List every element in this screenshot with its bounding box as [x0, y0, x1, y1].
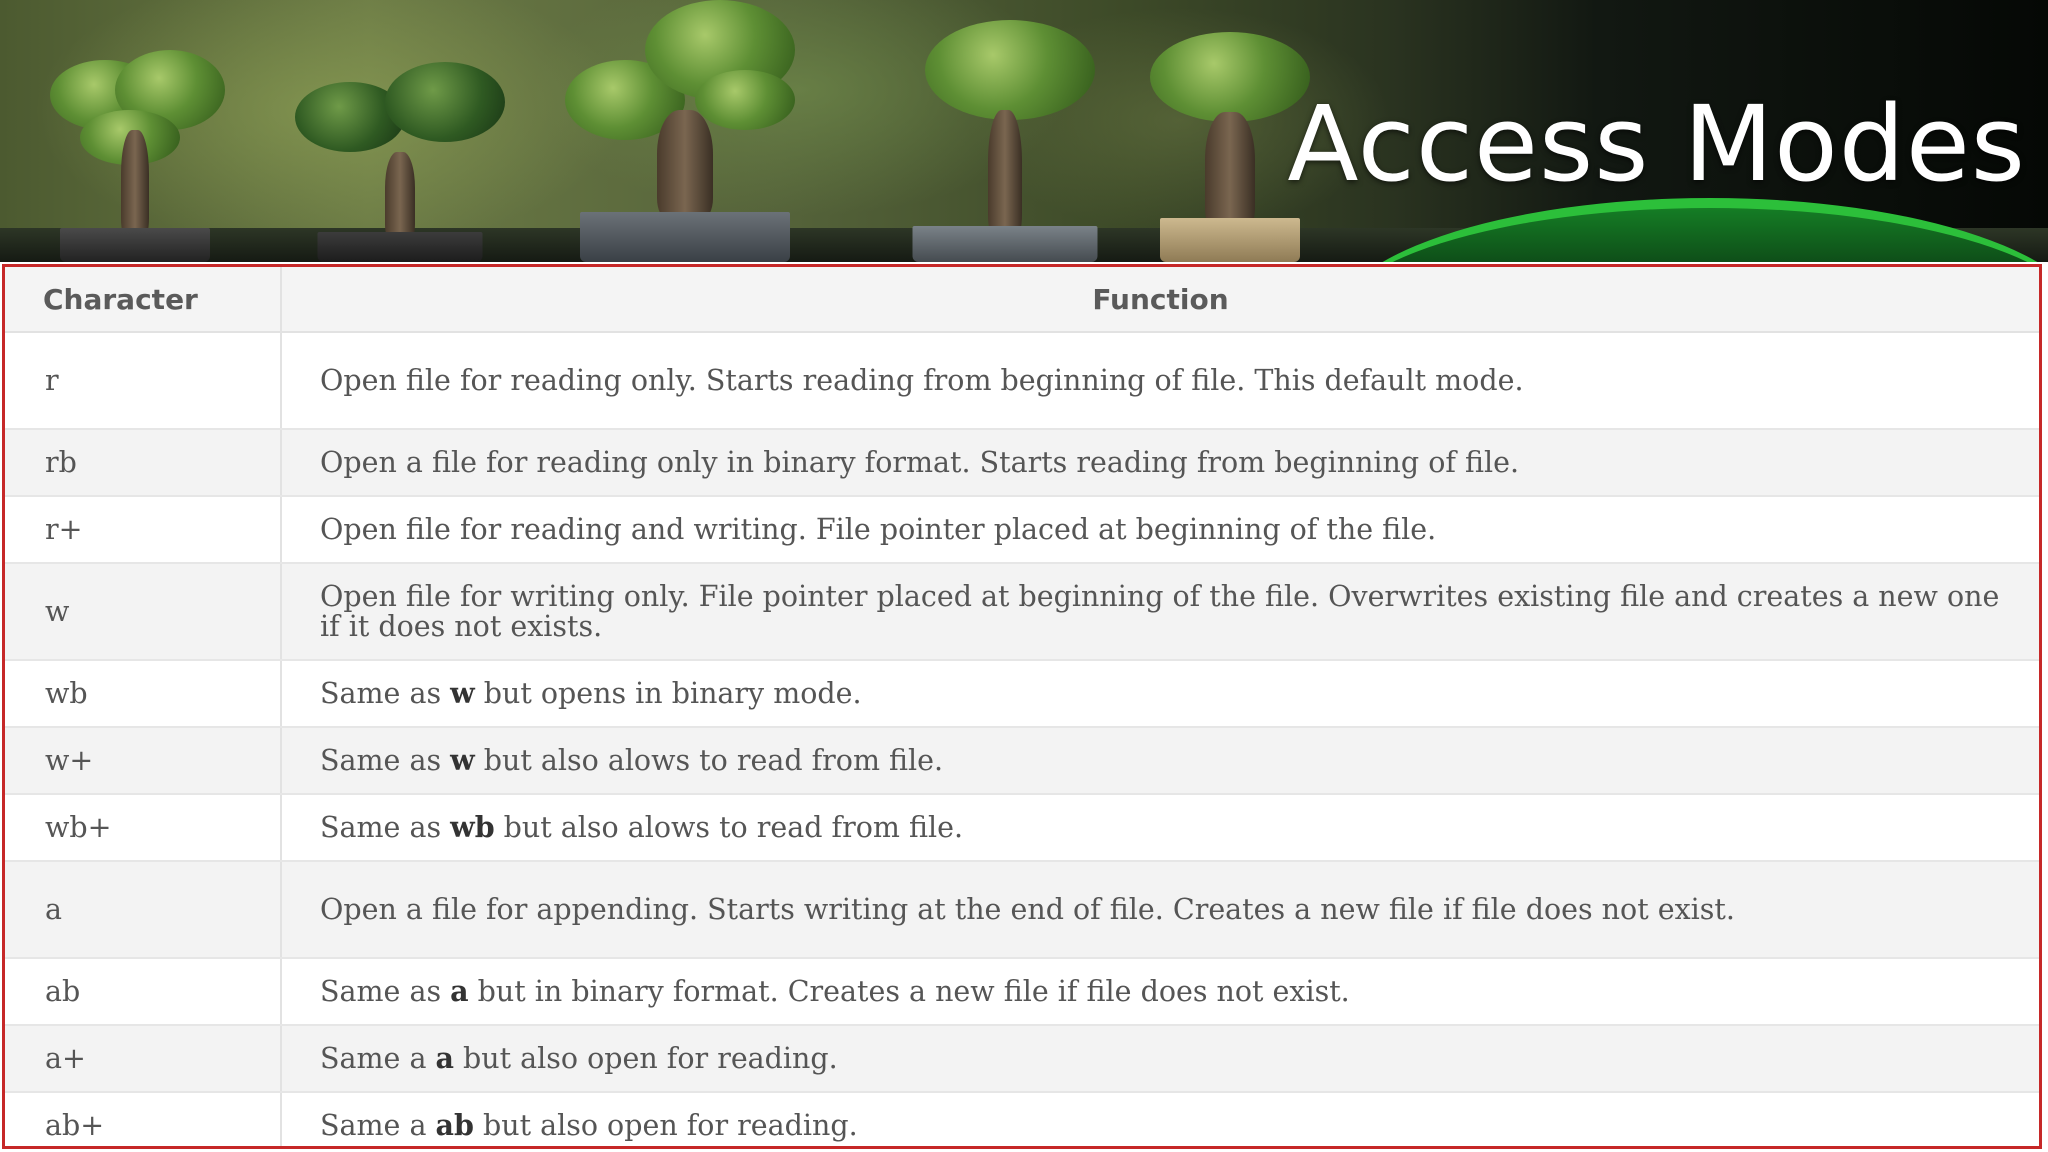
table-header-row: Character Function: [5, 267, 2039, 333]
table-row: wb Same as w but opens in binary mode.: [5, 660, 2039, 728]
mode-character: r: [5, 332, 282, 430]
mode-function: Open file for reading only. Starts readi…: [281, 332, 2039, 430]
table-row: a Open a file for appending. Starts writ…: [5, 861, 2039, 959]
table-row: r+ Open file for reading and writing. Fi…: [5, 496, 2039, 564]
mode-function: Same a ab but also open for reading.: [281, 1092, 2039, 1146]
table-row: w+ Same as w but also alows to read from…: [5, 727, 2039, 795]
mode-function: Same a a but also open for reading.: [281, 1025, 2039, 1093]
mode-character: wb: [5, 660, 282, 728]
mode-function: Open file for reading and writing. File …: [281, 496, 2039, 564]
mode-character: ab+: [5, 1092, 282, 1146]
bonsai-image-2: [295, 62, 505, 262]
table-row: w Open file for writing only. File point…: [5, 563, 2039, 661]
table-row: ab Same as a but in binary format. Creat…: [5, 958, 2039, 1026]
bonsai-image-1: [40, 50, 230, 262]
mode-character: rb: [5, 429, 282, 497]
column-header-function: Function: [281, 267, 2039, 333]
mode-function: Same as w but opens in binary mode.: [281, 660, 2039, 728]
mode-character: wb+: [5, 794, 282, 862]
mode-character: w: [5, 563, 282, 661]
slide-title: Access Modes: [1287, 83, 2026, 205]
mode-character: a+: [5, 1025, 282, 1093]
access-modes-table-frame: Character Function r Open file for readi…: [2, 264, 2042, 1149]
slide: Access Modes Character Function r Open f…: [0, 0, 2048, 1152]
mode-function: Open a file for appending. Starts writin…: [281, 861, 2039, 959]
mode-character: r+: [5, 496, 282, 564]
column-header-character: Character: [5, 267, 282, 333]
table-row: wb+ Same as wb but also alows to read fr…: [5, 794, 2039, 862]
mode-function: Same as wb but also alows to read from f…: [281, 794, 2039, 862]
table-row: r Open file for reading only. Starts rea…: [5, 332, 2039, 430]
bonsai-image-4: [905, 10, 1105, 262]
mode-function: Same as a but in binary format. Creates …: [281, 958, 2039, 1026]
access-modes-table: Character Function r Open file for readi…: [5, 267, 2039, 1146]
table-row: ab+ Same a ab but also open for reading.: [5, 1092, 2039, 1146]
mode-character: ab: [5, 958, 282, 1026]
mode-function: Open a file for reading only in binary f…: [281, 429, 2039, 497]
header-banner: Access Modes: [0, 0, 2048, 262]
bonsai-image-3: [565, 0, 805, 262]
mode-character: a: [5, 861, 282, 959]
table-row: rb Open a file for reading only in binar…: [5, 429, 2039, 497]
mode-character: w+: [5, 727, 282, 795]
table-row: a+ Same a a but also open for reading.: [5, 1025, 2039, 1093]
mode-function: Same as w but also alows to read from fi…: [281, 727, 2039, 795]
mode-function: Open file for writing only. File pointer…: [281, 563, 2039, 661]
